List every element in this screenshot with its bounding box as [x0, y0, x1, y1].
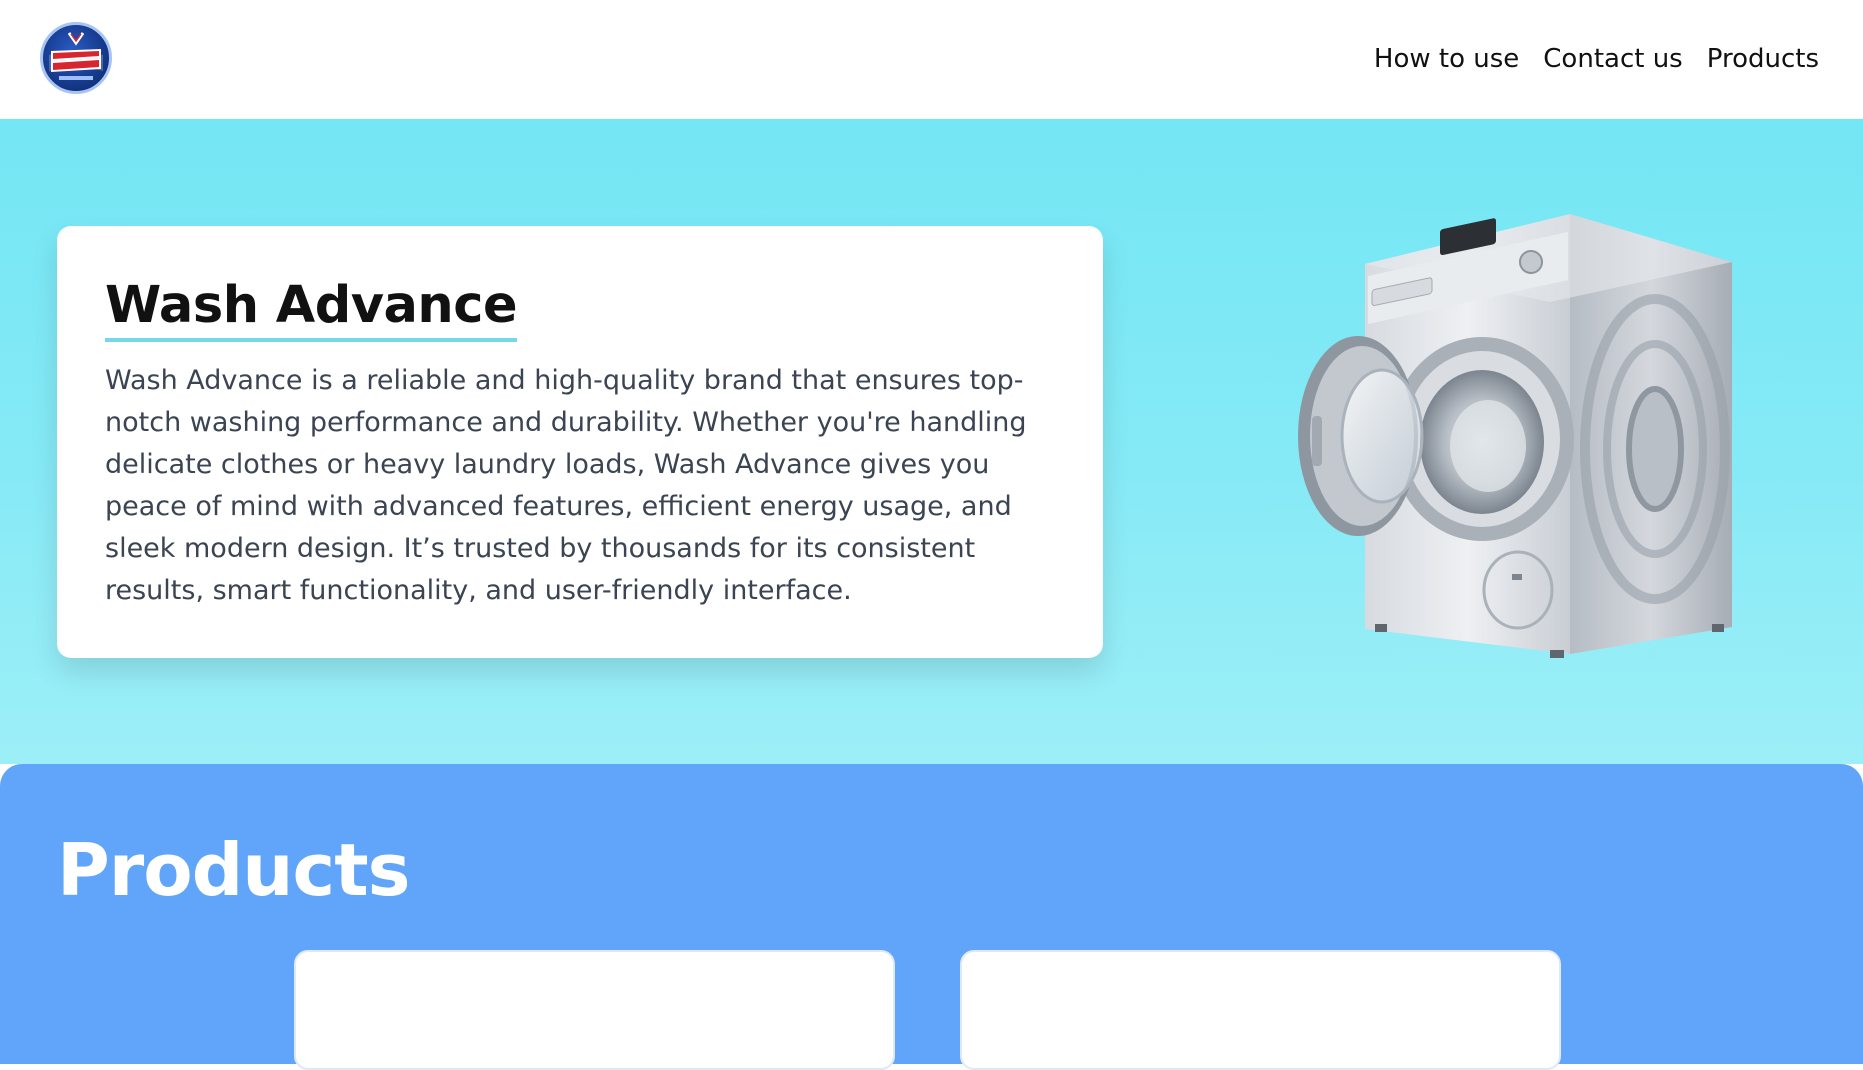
brand-logo[interactable] [40, 22, 112, 94]
product-card[interactable] [960, 950, 1561, 1070]
hero-description: Wash Advance is a reliable and high-qual… [105, 365, 1027, 606]
brand-logo-artwork [49, 32, 103, 80]
main-nav: How to use Contact us Products [1374, 42, 1819, 76]
nav-how-to-use[interactable]: How to use [1374, 42, 1519, 76]
washing-machine-icon [1298, 214, 1732, 658]
hero-title: Wash Advance [105, 276, 518, 342]
hero-section: Wash Advance Wash Advance is a reliable … [0, 119, 1863, 764]
products-title: Products [57, 828, 410, 912]
product-card[interactable] [294, 950, 895, 1070]
nav-products[interactable]: Products [1707, 42, 1819, 76]
hero-card: Wash Advance Wash Advance is a reliable … [57, 226, 1103, 658]
nav-contact-us[interactable]: Contact us [1543, 42, 1682, 76]
products-section: Products [0, 764, 1863, 1070]
site-header: How to use Contact us Products [0, 0, 1863, 119]
